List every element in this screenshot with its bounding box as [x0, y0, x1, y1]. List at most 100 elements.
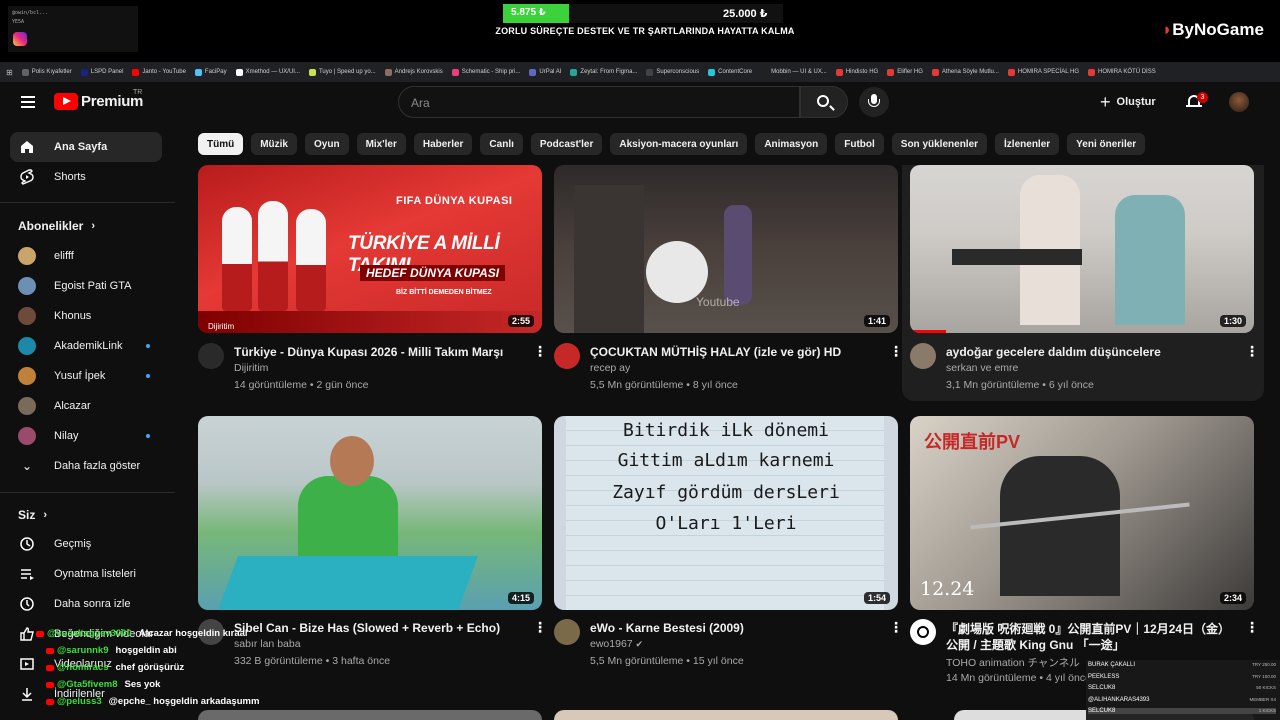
more-actions-icon[interactable] — [1241, 619, 1259, 637]
video-thumbnail[interactable]: 公開直前PV 12.24 2:34 — [910, 416, 1254, 610]
bookmarks-bar: ⊞ Polis Kıyafetler LSPD Panel Janto - YouT… — [0, 62, 1280, 82]
bookmark-item[interactable]: FaciPay — [194, 68, 227, 76]
video-thumbnail[interactable]: Youtube 1:41 — [554, 165, 898, 333]
channel-avatar[interactable] — [198, 343, 224, 369]
sidebar-item-subscription[interactable]: Yusuf İpek — [10, 361, 162, 391]
filter-chip[interactable]: Animasyon — [755, 133, 828, 155]
video-title[interactable]: 『劇場版 呪術廻戦 0』公開直前PV｜12月24日（金）公開 / 主題歌 Kin… — [946, 621, 1236, 653]
channel-name[interactable]: sabır lan baba — [234, 638, 301, 650]
youtube-play-icon — [54, 93, 78, 110]
video-title[interactable]: Türkiye - Dünya Kupası 2026 - Milli Takı… — [234, 345, 529, 359]
sidebar-item-subscription[interactable]: Egoist Pati GTA — [10, 271, 162, 301]
bookmark-label: Andrejs Korovskis — [394, 69, 443, 75]
filter-chips: Tümü Müzik Oyun Mix'ler Haberler Canlı Podcast… — [198, 133, 1146, 155]
subscriptions-heading[interactable]: Abonelikler › — [18, 219, 95, 233]
sidebar-item-watch-later[interactable]: Daha sonra izle — [10, 589, 162, 619]
channel-avatar[interactable] — [554, 619, 580, 645]
bookmark-item[interactable]: Superconscious — [646, 68, 699, 76]
sidebar-item-label: Geçmiş — [54, 538, 92, 550]
filter-chip[interactable]: Futbol — [835, 133, 884, 155]
thumbnail-text: 公開直前PV — [924, 432, 1021, 452]
search-button[interactable] — [800, 86, 848, 118]
filter-chip[interactable]: İzlenenler — [995, 133, 1060, 155]
bookmark-label: Hindisto HG — [845, 69, 879, 75]
video-thumbnail[interactable] — [198, 710, 542, 720]
sidebar-item-subscription[interactable]: Khonus — [10, 301, 162, 331]
bookmark-item[interactable]: Xmethod — UX/UI... — [235, 68, 300, 76]
search-input[interactable] — [411, 94, 781, 112]
sidebar-item-shorts[interactable]: Shorts — [10, 162, 162, 192]
video-thumbnail[interactable]: Bitirdik iLk dönemi Gittim aLdım karnemi… — [554, 416, 898, 610]
voice-search-button[interactable] — [859, 87, 889, 117]
apps-grid-icon[interactable]: ⊞ — [6, 68, 13, 77]
filter-chip[interactable]: Müzik — [251, 133, 297, 155]
video-title[interactable]: eWo - Karne Bestesi (2009) — [590, 621, 880, 635]
bookmark-item[interactable]: HOMIRA SPECİAL HG — [1007, 68, 1079, 76]
more-actions-icon[interactable] — [529, 619, 547, 637]
filter-chip[interactable]: Mix'ler — [356, 133, 406, 155]
bookmark-item[interactable]: Zeytal: From Figma... — [570, 68, 637, 76]
more-actions-icon[interactable] — [885, 343, 903, 361]
channel-name[interactable]: TOHO animation チャンネル — [946, 655, 1080, 670]
home-icon — [18, 139, 36, 155]
you-heading[interactable]: Siz › — [18, 508, 47, 522]
video-thumbnail[interactable] — [554, 710, 898, 720]
chat-text: hoşgeldin abi — [115, 645, 177, 656]
bookmark-item[interactable]: UrPal AI — [529, 68, 561, 76]
video-thumbnail[interactable]: 1:30 — [910, 165, 1254, 333]
filter-chip[interactable]: Tümü — [198, 133, 244, 155]
youtube-logo[interactable]: Premium TR — [54, 89, 143, 110]
channel-name[interactable]: recep ay — [590, 362, 630, 374]
channel-name[interactable]: ewo1967 ✔ — [590, 638, 643, 650]
bookmark-item[interactable]: Andrejs Korovskis — [384, 68, 443, 76]
account-avatar[interactable] — [1229, 92, 1249, 112]
more-actions-icon[interactable] — [1241, 343, 1259, 361]
sidebar-item-subscription[interactable]: Alcazar — [10, 391, 162, 421]
chat-message: @peluss3 @epche_ hoşgeldin arkadaşumm — [46, 696, 259, 707]
video-title[interactable]: aydoğar gecelere daldım düşüncelere — [946, 345, 1236, 359]
channel-name[interactable]: Dijiritim — [234, 362, 268, 374]
more-actions-icon[interactable] — [529, 343, 547, 361]
sidebar-item-subscription[interactable]: elifff — [10, 241, 162, 271]
sidebar-item-playlists[interactable]: Oynatma listeleri — [10, 559, 162, 589]
hamburger-menu-button[interactable] — [17, 91, 39, 113]
bookmark-favicon-icon — [384, 68, 392, 76]
video-title[interactable]: ÇOCUKTAN MÜTHİŞ HALAY (izle ve gör) HD — [590, 345, 880, 359]
bookmark-item[interactable]: HOMIRA KÖTÜ DİSS — [1088, 68, 1156, 76]
channel-avatar[interactable] — [554, 343, 580, 369]
sidebar-item-home[interactable]: Ana Sayfa — [10, 132, 162, 162]
bookmark-item[interactable]: Polis Kıyafetler — [21, 68, 72, 76]
channel-name[interactable]: serkan ve emre — [946, 362, 1018, 374]
bookmark-item[interactable]: Schematic - Ship pri... — [451, 68, 520, 76]
chat-username: @vusaltagyev3000 — [47, 628, 132, 639]
filter-chip[interactable]: Haberler — [413, 133, 473, 155]
bookmark-item[interactable]: Elifler HG — [887, 68, 923, 76]
bookmark-item[interactable]: Janto - YouTube — [132, 68, 186, 76]
filter-chip[interactable]: Aksiyon-macera oyunları — [610, 133, 748, 155]
bookmark-item[interactable]: Mobbin — UI & UX... — [761, 68, 827, 76]
donor-name: SELCUK8 — [1088, 685, 1116, 691]
video-thumbnail[interactable]: 4:15 — [198, 416, 542, 610]
bookmark-item[interactable]: Tuyo | Speed up yo... — [308, 68, 376, 76]
bookmark-item[interactable]: Athena Söyle Mutlu... — [931, 68, 999, 76]
filter-chip[interactable]: Son yüklenenler — [891, 133, 988, 155]
bookmark-label: Polis Kıyafetler — [31, 69, 72, 75]
video-title[interactable]: Sibel Can - Bize Has (Slowed + Reverb + … — [234, 621, 524, 635]
create-button[interactable]: + Oluştur — [1100, 90, 1156, 114]
filter-chip[interactable]: Oyun — [305, 133, 349, 155]
filter-chip[interactable]: Podcast'ler — [530, 133, 603, 155]
sidebar-item-history[interactable]: Geçmiş — [10, 529, 162, 559]
more-actions-icon[interactable] — [885, 619, 903, 637]
show-more-button[interactable]: ⌄ Daha fazla göster — [10, 451, 162, 481]
filter-chip[interactable]: Yeni öneriler — [1067, 133, 1146, 155]
bookmark-item[interactable]: ContentCore — [708, 68, 752, 76]
channel-avatar[interactable] — [910, 619, 936, 645]
sidebar-item-label: elifff — [54, 250, 74, 262]
sidebar-item-subscription[interactable]: Nilay — [10, 421, 162, 451]
bookmark-item[interactable]: Hindisto HG — [835, 68, 879, 76]
video-thumbnail[interactable]: FIFA DÜNYA KUPASI TÜRKİYE A MİLLİ TAKIMI… — [198, 165, 542, 333]
bookmark-item[interactable]: LSPD Panel — [80, 68, 123, 76]
sidebar-item-subscription[interactable]: AkademikLink — [10, 331, 162, 361]
filter-chip[interactable]: Canlı — [480, 133, 523, 155]
channel-avatar[interactable] — [910, 343, 936, 369]
